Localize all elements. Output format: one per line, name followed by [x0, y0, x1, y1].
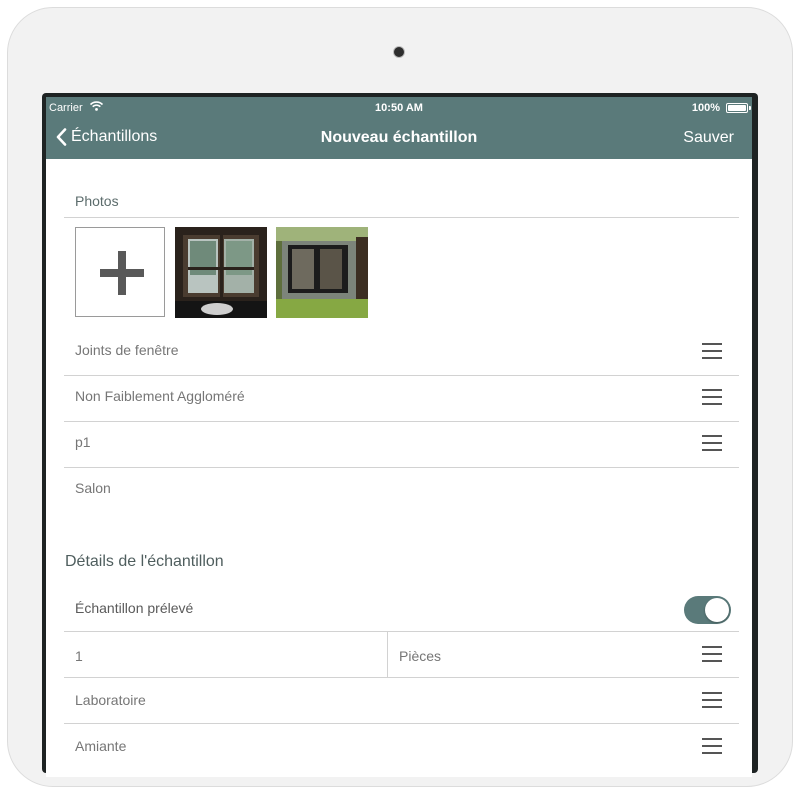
divider [64, 631, 739, 632]
divider [387, 632, 388, 678]
menu-icon[interactable] [702, 389, 722, 405]
page-title: Nouveau échantillon [320, 129, 478, 146]
divider [64, 375, 739, 376]
menu-icon[interactable] [702, 343, 722, 359]
save-button[interactable]: Sauver [683, 129, 734, 147]
laboratory-field: Laboratoire [75, 692, 146, 708]
photo-thumbnail-2[interactable] [276, 227, 368, 318]
clock: 10:50 AM [375, 102, 423, 114]
list-item-label: Non Faiblement Aggloméré [75, 388, 245, 404]
navigation-bar: Échantillons Nouveau échantillon Sauver [46, 119, 752, 159]
list-item-label: p1 [75, 434, 91, 450]
photos-label: Photos [75, 193, 119, 209]
add-photo-button[interactable] [75, 227, 165, 317]
camera [393, 46, 405, 58]
photo-thumbnail-1[interactable] [175, 227, 267, 318]
section-title-details: Détails de l'échantillon [65, 553, 224, 570]
menu-icon[interactable] [702, 435, 722, 451]
menu-icon[interactable] [702, 646, 722, 662]
divider [64, 421, 739, 422]
sampled-toggle[interactable] [684, 596, 731, 624]
battery-icon [726, 103, 751, 113]
analysis-field: Amiante [75, 738, 127, 754]
toggle-knob [705, 598, 729, 622]
room-field[interactable]: Salon [75, 480, 111, 496]
menu-icon[interactable] [702, 738, 722, 754]
header: Carrier 10:50 AM 100% Échantillons Nouve… [46, 97, 752, 159]
unit-label: Pièces [399, 648, 442, 664]
battery-percent: 100% [691, 102, 720, 114]
divider [64, 467, 739, 468]
sampled-label: Échantillon prélevé [75, 600, 194, 616]
divider [64, 723, 739, 724]
divider [64, 217, 739, 218]
menu-icon[interactable] [702, 692, 722, 708]
divider [64, 677, 739, 678]
status-bar: Carrier 10:50 AM 100% [46, 97, 752, 119]
quantity-field[interactable]: 1 [75, 648, 83, 664]
list-item-label: Joints de fenêtre [75, 342, 179, 358]
app-screen: Carrier 10:50 AM 100% Échantillons Nouve… [46, 97, 752, 777]
